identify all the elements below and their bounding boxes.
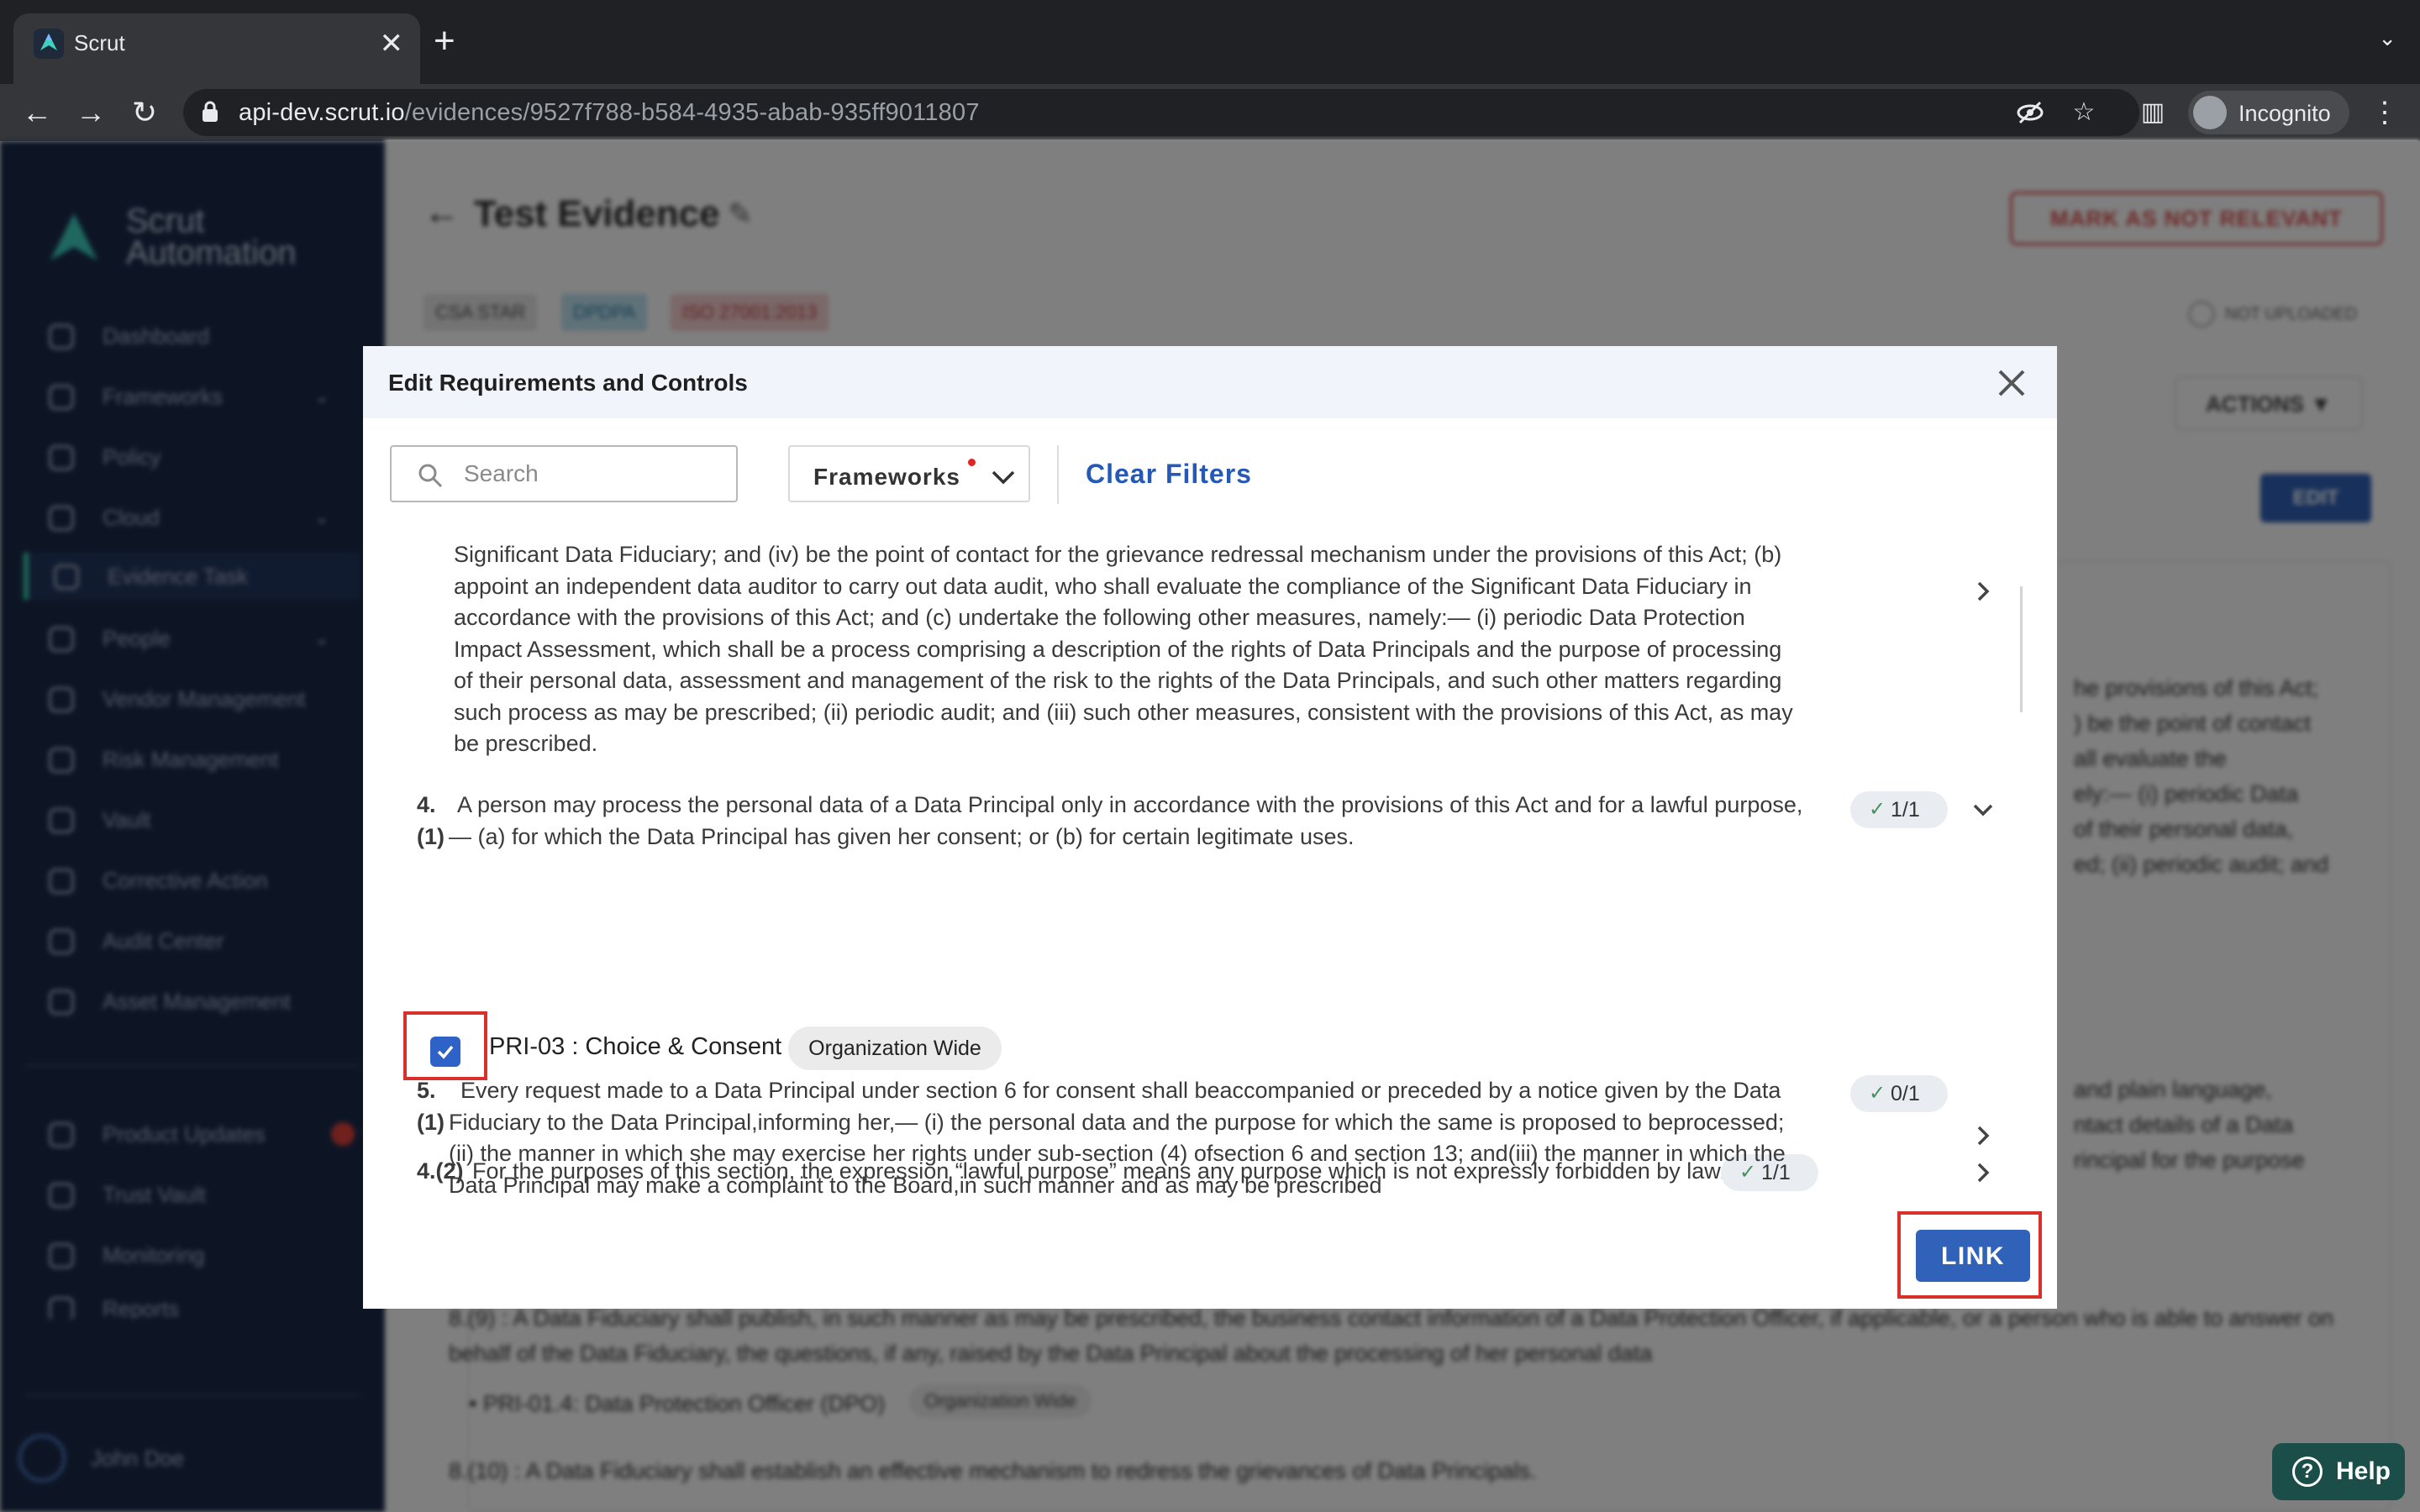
requirement-text: Significant Data Fiduciary; and (iv) be … (454, 542, 1793, 756)
frameworks-filter-label: Frameworks (813, 464, 960, 490)
check-icon: ✓ (1869, 798, 1886, 821)
address-bar[interactable]: api-dev.scrut.io/evidences/9527f788-b584… (183, 89, 2139, 136)
clear-filters-button[interactable]: Clear Filters (1086, 459, 1252, 490)
modal-title: Edit Requirements and Controls (388, 370, 748, 396)
tab-search-chevron-icon[interactable]: ⌄ (2378, 25, 2396, 51)
browser-tab[interactable]: Scrut ✕ (13, 13, 420, 84)
active-filter-dot (968, 459, 976, 466)
reload-icon[interactable]: ↻ (123, 91, 166, 134)
eye-off-icon[interactable] (2015, 97, 2045, 128)
search-icon (418, 464, 443, 488)
forward-icon[interactable]: → (69, 91, 113, 134)
side-panel-icon[interactable]: ▥ (2131, 91, 2175, 134)
help-button[interactable]: ? Help (2272, 1443, 2405, 1500)
browser-menu-icon[interactable]: ⋮ (2368, 91, 2402, 134)
lock-icon (203, 101, 218, 122)
chevron-down-icon (992, 470, 1015, 485)
tab-title: Scrut (74, 30, 125, 55)
url-text: api-dev.scrut.io/evidences/9527f788-b584… (239, 99, 980, 126)
frameworks-filter-dropdown[interactable]: Frameworks (788, 445, 1030, 502)
tab-close-icon[interactable]: ✕ (380, 27, 404, 60)
search-field[interactable] (390, 445, 738, 502)
control-count-badge: ✓ 1/1 (1850, 791, 1948, 828)
close-icon[interactable] (1990, 361, 2033, 405)
scrollbar[interactable] (2020, 586, 2023, 712)
incognito-profile-button[interactable]: Incognito (2188, 91, 2349, 134)
scrut-favicon-icon (34, 29, 64, 59)
incognito-icon (2193, 96, 2227, 129)
control-label: PRI-03 : Choice & Consent (489, 1033, 782, 1060)
chevron-right-icon[interactable] (1970, 578, 1996, 605)
back-icon[interactable]: ← (15, 91, 59, 134)
link-button[interactable]: LINK (1916, 1230, 2030, 1282)
requirement-text: A person may process the personal data o… (449, 792, 1803, 849)
browser-tab-bar: Scrut ✕ + ⌄ (0, 0, 2420, 84)
requirement-number: 4. (1) (417, 792, 445, 849)
modal-header: Edit Requirements and Controls (363, 346, 2057, 418)
search-input[interactable] (462, 457, 714, 491)
browser-toolbar: ← → ↻ api-dev.scrut.io/evidences/9527f78… (0, 84, 2420, 141)
bookmark-star-icon[interactable]: ☆ (2069, 97, 2099, 128)
filter-divider (1057, 445, 1059, 504)
chevron-right-icon[interactable] (1970, 1122, 1996, 1149)
help-question-icon: ? (2292, 1457, 2323, 1487)
requirement-item (363, 1058, 2057, 1218)
new-tab-icon[interactable]: + (434, 20, 455, 62)
edit-requirements-modal: Edit Requirements and Controls Framework… (363, 346, 2057, 1309)
chevron-down-icon[interactable] (1970, 796, 1996, 823)
profile-label: Incognito (2238, 101, 2331, 126)
